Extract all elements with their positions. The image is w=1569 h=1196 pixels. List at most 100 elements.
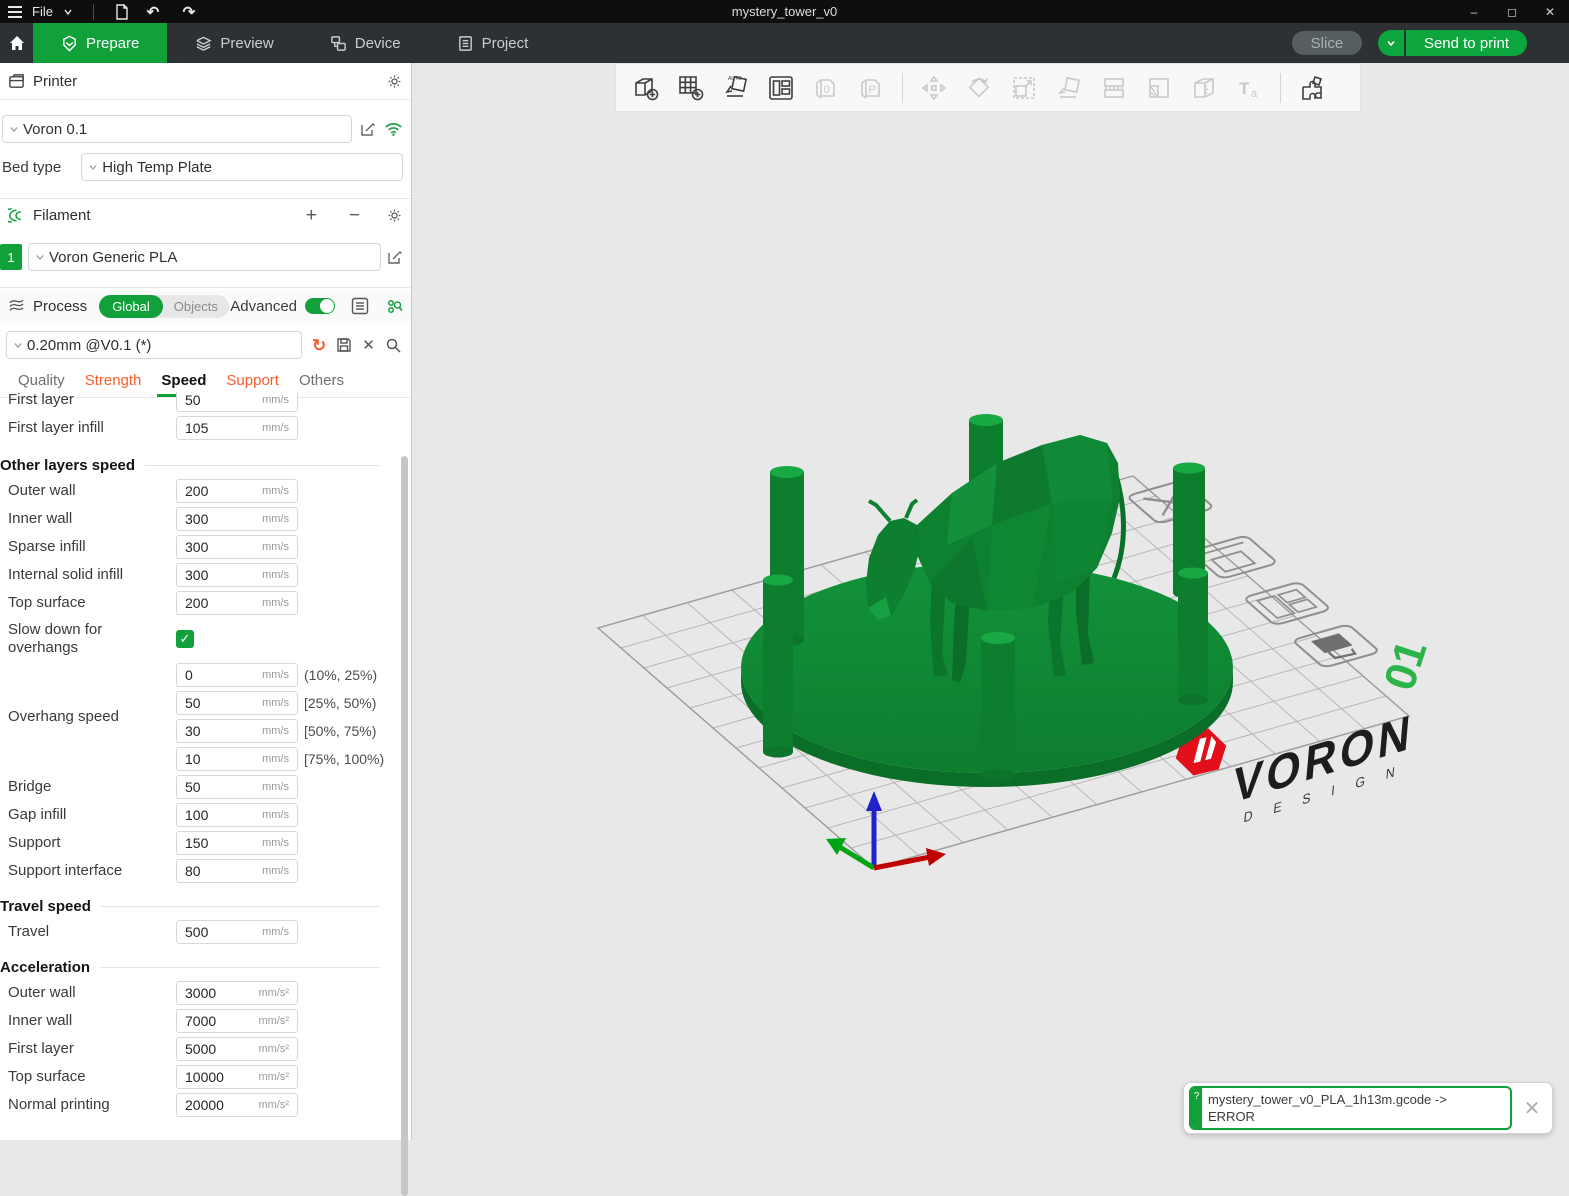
close-button[interactable]: ✕ (1531, 0, 1569, 23)
setting-input[interactable]: 200mm/s (176, 591, 298, 615)
arrange-icon[interactable] (761, 68, 801, 108)
setting-input[interactable]: 10mm/s (176, 747, 298, 771)
process-icon (8, 298, 25, 315)
project-icon (457, 35, 474, 52)
tab-label: Device (355, 35, 401, 52)
remove-filament-button[interactable]: − (343, 205, 366, 226)
setting-label: First layer (8, 1040, 176, 1058)
setting-input[interactable]: 3000mm/s² (176, 981, 298, 1005)
setting-input[interactable]: 30mm/s (176, 719, 298, 743)
text-tool-icon[interactable]: Ta (1229, 68, 1269, 108)
lock-plate-icon[interactable] (1292, 624, 1380, 668)
filament-select[interactable]: Voron Generic PLA (28, 243, 381, 271)
preset-list-icon[interactable] (351, 297, 369, 315)
minimize-button[interactable]: – (1455, 0, 1493, 23)
home-button[interactable] (0, 23, 33, 63)
device-icon (330, 35, 347, 52)
setting-label: Normal printing (8, 1096, 176, 1114)
assembly-icon[interactable] (1292, 68, 1332, 108)
send-dropdown-button[interactable] (1378, 30, 1404, 56)
setting-input[interactable]: 80mm/s (176, 859, 298, 883)
lay-on-face-icon[interactable] (1049, 68, 1089, 108)
setting-input[interactable]: 50mm/s (176, 775, 298, 799)
setting-input[interactable]: 50mm/s (176, 691, 298, 715)
slice-button[interactable]: Slice (1292, 31, 1362, 55)
advanced-toggle[interactable] (305, 298, 335, 314)
settings-scrollbar[interactable] (401, 456, 408, 1196)
search-icon[interactable] (385, 337, 402, 354)
setting-input[interactable]: 7000mm/s² (176, 1009, 298, 1033)
edit-printer-icon[interactable] (360, 121, 376, 137)
setting-input[interactable]: 5000mm/s² (176, 1037, 298, 1061)
file-menu[interactable]: File (32, 4, 53, 19)
scope-global[interactable]: Global (99, 295, 163, 318)
setting-input[interactable]: 50mm/s (176, 392, 298, 412)
setting-input[interactable]: 100mm/s (176, 803, 298, 827)
rotate-icon[interactable] (959, 68, 999, 108)
mesh-boolean-icon[interactable] (1184, 68, 1224, 108)
split-icon[interactable] (1094, 68, 1134, 108)
add-model-icon[interactable] (626, 68, 666, 108)
copy-icon[interactable]: 0 (806, 68, 846, 108)
setting-input[interactable]: 20000mm/s² (176, 1093, 298, 1117)
process-scope-switch[interactable]: Global Objects (99, 295, 229, 318)
reset-preset-icon[interactable]: ↻ (312, 337, 326, 354)
process-preset-select[interactable]: 0.20mm @V0.1 (*) (6, 331, 302, 359)
edit-filament-icon[interactable] (387, 249, 403, 265)
setting-input[interactable]: 150mm/s (176, 831, 298, 855)
setting-input[interactable]: 105mm/s (176, 416, 298, 440)
tab-project[interactable]: Project (429, 23, 557, 63)
setting-input[interactable]: 200mm/s (176, 479, 298, 503)
setting-label: Internal solid infill (8, 566, 176, 584)
setting-input[interactable]: 0mm/s (176, 663, 298, 687)
add-filament-button[interactable]: + (300, 205, 323, 226)
move-icon[interactable] (914, 68, 954, 108)
setting-label: Sparse infill (8, 538, 176, 556)
support-paint-icon[interactable] (1139, 68, 1179, 108)
setting-input[interactable]: 10000mm/s² (176, 1065, 298, 1089)
clear-preset-icon[interactable]: ✕ (362, 338, 375, 353)
setting-row: Top surface200mm/s (0, 589, 396, 617)
maximize-button[interactable]: ◻ (1493, 0, 1531, 23)
filament-icon (8, 207, 25, 224)
parameter-search-icon[interactable] (385, 297, 403, 315)
svg-text:T: T (1239, 79, 1250, 98)
paste-icon[interactable]: P (851, 68, 891, 108)
notification-close-icon[interactable]: ✕ (1512, 1096, 1552, 1121)
setting-row: Inner wall300mm/s (0, 505, 396, 533)
file-menu-chevron-icon[interactable] (63, 7, 73, 17)
menu-icon[interactable] (8, 6, 22, 18)
printer-icon (8, 73, 25, 90)
viewport-3d[interactable]: VORON D E S I G N 01 (412, 63, 1569, 1140)
scope-objects[interactable]: Objects (163, 299, 229, 314)
filament-settings-gear-icon[interactable] (386, 207, 403, 224)
setting-checkbox[interactable]: ✓ (176, 630, 194, 648)
save-preset-icon[interactable] (336, 337, 352, 353)
setting-label: Overhang speed (8, 708, 176, 726)
tab-prepare[interactable]: Prepare (33, 23, 167, 63)
send-to-print-button[interactable]: Send to print (1406, 30, 1527, 56)
bed-type-select[interactable]: High Temp Plate (81, 153, 403, 181)
auto-orient-icon[interactable]: AUTO (716, 68, 756, 108)
arrange-plate-icon[interactable] (1243, 582, 1331, 626)
tab-device[interactable]: Device (302, 23, 429, 63)
prepare-icon (61, 35, 78, 52)
wifi-icon[interactable] (384, 121, 403, 137)
printer-select[interactable]: Voron 0.1 (2, 115, 352, 143)
setting-label: Slow down for overhangs (8, 621, 176, 657)
setting-input[interactable]: 300mm/s (176, 507, 298, 531)
setting-input[interactable]: 300mm/s (176, 535, 298, 559)
toolbar-separator (902, 73, 903, 103)
redo-icon[interactable]: ↷ (176, 3, 202, 21)
tab-preview[interactable]: Preview (167, 23, 301, 63)
preview-icon (195, 35, 212, 52)
add-plate-icon[interactable] (671, 68, 711, 108)
setting-input[interactable]: 500mm/s (176, 920, 298, 944)
plate-number: 01 (1375, 634, 1437, 696)
setting-input[interactable]: 300mm/s (176, 563, 298, 587)
scale-icon[interactable] (1004, 68, 1044, 108)
new-project-icon[interactable] (114, 4, 130, 20)
chevron-down-icon (13, 340, 23, 350)
undo-icon[interactable]: ↶ (140, 3, 166, 21)
printer-settings-gear-icon[interactable] (386, 73, 403, 90)
